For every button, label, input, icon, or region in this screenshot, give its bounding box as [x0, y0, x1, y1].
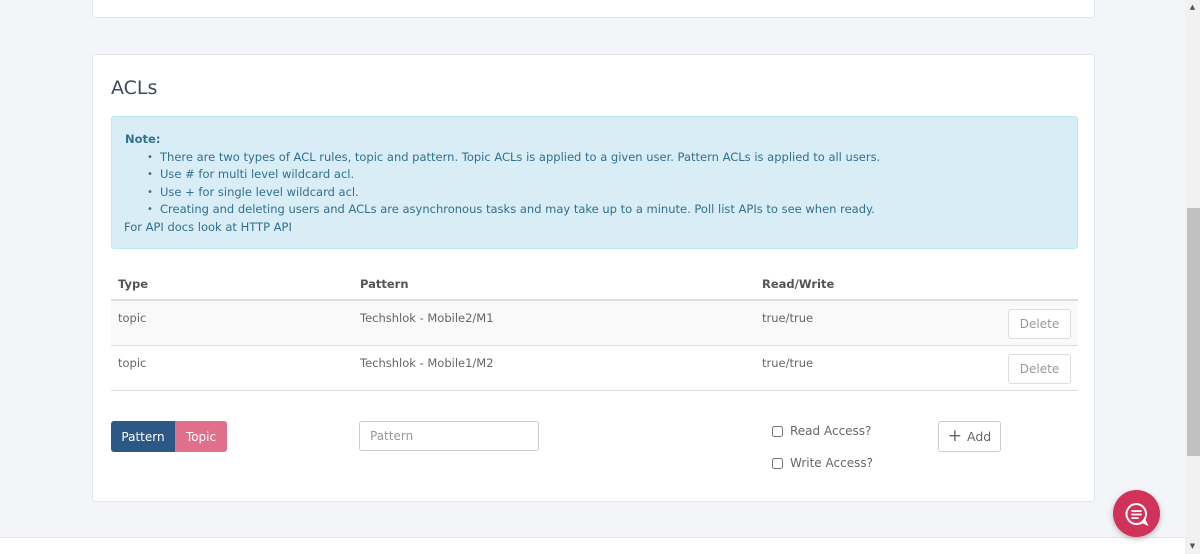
- table-row: topic Techshlok - Mobile2/M1 true/true D…: [111, 301, 1078, 346]
- column-header-read-write: Read/Write: [762, 277, 835, 291]
- arrow-up-icon[interactable]: ▲: [1185, 0, 1200, 15]
- write-access-checkbox[interactable]: [772, 457, 783, 469]
- add-label: Add: [967, 429, 992, 444]
- column-header-pattern: Pattern: [360, 277, 409, 291]
- note-item: Use + for single level wildcard acl.: [147, 184, 1077, 202]
- note-item: There are two types of ACL rules, topic …: [147, 149, 1077, 167]
- acl-type-toggle: Pattern Topic: [111, 421, 227, 452]
- api-docs-text: For API docs look at HTTP API: [124, 219, 292, 234]
- cell-pattern: Techshlok - Mobile1/M2: [360, 356, 494, 370]
- add-acl-button[interactable]: + Add: [938, 421, 1001, 452]
- read-access-checkbox[interactable]: [772, 425, 783, 437]
- cell-read-write: true/true: [762, 311, 814, 325]
- note-item: Use # for multi level wildcard acl.: [147, 166, 1077, 184]
- write-access-label: Write Access?: [790, 456, 873, 470]
- acls-card: ACLs Note: There are two types of ACL ru…: [92, 54, 1095, 502]
- cell-type: topic: [118, 356, 147, 370]
- chat-button[interactable]: [1113, 490, 1160, 537]
- note-list: There are two types of ACL rules, topic …: [125, 149, 1077, 219]
- table-row: topic Techshlok - Mobile1/M2 true/true D…: [111, 346, 1078, 391]
- pattern-toggle-button[interactable]: Pattern: [111, 421, 175, 452]
- plus-icon: +: [947, 426, 963, 446]
- vertical-scrollbar[interactable]: ▲ ▼: [1185, 0, 1200, 554]
- scrollbar-thumb[interactable]: [1187, 208, 1200, 456]
- arrow-down-icon[interactable]: ▼: [1185, 539, 1200, 554]
- note-item: Creating and deleting users and ACLs are…: [147, 201, 1077, 219]
- delete-button[interactable]: Delete: [1008, 354, 1071, 384]
- topic-toggle-button[interactable]: Topic: [175, 421, 227, 452]
- cell-type: topic: [118, 311, 147, 325]
- column-header-type: Type: [118, 277, 149, 291]
- footer: [0, 538, 1185, 554]
- chat-bubble-icon: [1125, 502, 1149, 526]
- previous-card: [92, 0, 1095, 18]
- read-access-label: Read Access?: [790, 424, 872, 438]
- note-heading: Note:: [125, 132, 161, 146]
- delete-button[interactable]: Delete: [1008, 309, 1071, 339]
- acls-title: ACLs: [111, 77, 158, 99]
- cell-read-write: true/true: [762, 356, 814, 370]
- cell-pattern: Techshlok - Mobile2/M1: [360, 311, 494, 325]
- read-access-checkbox-label[interactable]: Read Access?: [772, 424, 871, 438]
- info-note: Note: There are two types of ACL rules, …: [111, 116, 1078, 249]
- pattern-input[interactable]: [359, 421, 539, 451]
- write-access-checkbox-label[interactable]: Write Access?: [772, 456, 873, 470]
